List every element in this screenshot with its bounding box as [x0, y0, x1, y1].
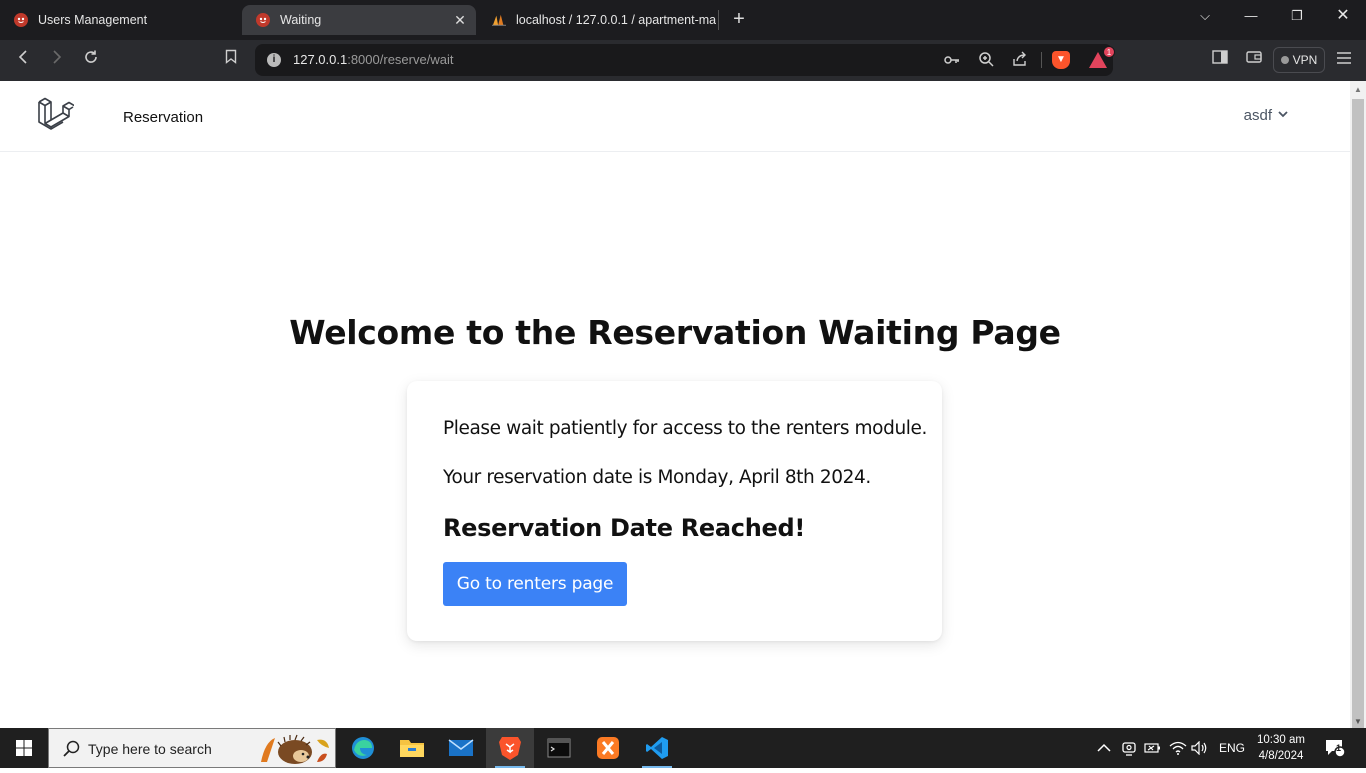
go-to-renters-button[interactable]: Go to renters page — [443, 562, 627, 606]
mail-icon[interactable] — [437, 728, 485, 768]
wait-message: Please wait patiently for access to the … — [443, 418, 927, 439]
wifi-icon[interactable] — [1169, 728, 1187, 768]
battery-charging-icon[interactable] — [1144, 728, 1162, 768]
scroll-down-arrow-icon[interactable]: ▼ — [1354, 717, 1362, 726]
brave-tab-favicon-icon — [256, 13, 270, 27]
taskbar-clock[interactable]: 10:30 am 4/8/2024 — [1250, 732, 1312, 764]
user-name: asdf — [1243, 107, 1272, 124]
brave-browser-icon[interactable] — [486, 728, 534, 768]
scroll-up-arrow-icon[interactable]: ▲ — [1354, 85, 1362, 94]
notification-center-icon[interactable]: 1 — [1324, 728, 1346, 768]
tab-label: localhost / 127.0.0.1 / apartment-ma — [516, 13, 716, 27]
password-key-icon[interactable] — [943, 51, 961, 69]
site-info-icon[interactable]: i — [267, 53, 281, 67]
vpn-label: VPN — [1292, 53, 1318, 67]
sidebar-toggle-icon[interactable] — [1208, 49, 1232, 71]
search-icon — [62, 739, 82, 759]
browser-tab-bar: Users Management Waiting ✕ localhost / 1… — [0, 0, 1366, 40]
reload-icon[interactable] — [79, 49, 103, 71]
taskbar-search-input[interactable]: Type here to search — [48, 728, 336, 768]
hedgehog-autumn-search-highlight-icon[interactable] — [257, 732, 331, 766]
page-viewport: Reservation asdf Welcome to the Reservat… — [0, 81, 1350, 728]
browser-toolbar: i 127.0.0.1:8000/reserve/wait ▼ 1 VPN — [0, 40, 1366, 81]
brave-tab-favicon-icon — [14, 13, 28, 27]
date-suffix: . — [865, 467, 871, 488]
url-host: 127.0.0.1 — [293, 52, 348, 67]
app-navbar: Reservation asdf — [0, 81, 1350, 152]
address-bar-url[interactable]: 127.0.0.1:8000/reserve/wait — [293, 52, 453, 67]
windows-taskbar: Type here to search ENG 10:30 am 4/8/202… — [0, 728, 1366, 768]
minimize-window-icon[interactable]: — — [1228, 5, 1274, 27]
tab-label: Users Management — [38, 13, 148, 27]
clock-time: 10:30 am — [1257, 734, 1305, 746]
address-bar-divider — [1041, 52, 1042, 68]
nav-link-reservation[interactable]: Reservation — [123, 109, 203, 126]
chevron-down-icon — [1278, 110, 1288, 121]
laravel-logo-icon[interactable] — [36, 96, 76, 136]
back-arrow-icon[interactable] — [11, 49, 35, 71]
search-placeholder: Type here to search — [88, 741, 212, 757]
file-explorer-icon[interactable] — [388, 728, 436, 768]
windows-start-icon[interactable] — [0, 728, 48, 768]
tab-users-management[interactable]: Users Management — [0, 5, 240, 35]
user-dropdown[interactable]: asdf — [1244, 107, 1288, 124]
tab-search-chevron-icon[interactable]: ⌵ — [1182, 5, 1228, 27]
brave-rewards-icon[interactable]: 1 — [1089, 46, 1115, 69]
page-title: Welcome to the Reservation Waiting Page — [289, 313, 1061, 352]
reservation-date: Monday, April 8th 2024 — [657, 467, 866, 488]
zoom-icon[interactable] — [977, 51, 995, 69]
page-scrollbar[interactable]: ▲ ▼ — [1350, 81, 1366, 731]
restore-window-icon[interactable]: ❐ — [1274, 5, 1320, 27]
tab-divider — [718, 10, 719, 30]
tab-phpmyadmin[interactable]: localhost / 127.0.0.1 / apartment-ma — [478, 5, 718, 35]
scrollbar-thumb[interactable] — [1352, 99, 1364, 731]
status-message: Reservation Date Reached! — [443, 514, 806, 542]
notification-count: 1 — [1336, 743, 1342, 753]
hamburger-menu-icon[interactable] — [1332, 49, 1356, 71]
vscode-icon[interactable] — [633, 728, 681, 768]
clock-date: 4/8/2024 — [1258, 750, 1304, 762]
vpn-status-dot-icon — [1280, 56, 1289, 64]
tab-waiting[interactable]: Waiting ✕ — [242, 5, 476, 35]
close-tab-icon[interactable]: ✕ — [452, 12, 468, 28]
url-path: :8000/reserve/wait — [347, 52, 454, 67]
brave-shields-icon[interactable]: ▼ — [1052, 51, 1070, 69]
phpmyadmin-sail-icon — [492, 13, 506, 27]
show-hidden-icons-chevron-icon[interactable] — [1097, 728, 1111, 768]
reservation-card: Please wait patiently for access to the … — [407, 381, 942, 641]
new-tab-plus-icon[interactable]: + — [728, 8, 750, 30]
close-window-icon[interactable]: ✕ — [1320, 5, 1366, 27]
volume-icon[interactable] — [1191, 728, 1209, 768]
wallet-icon[interactable] — [1242, 49, 1266, 71]
date-prefix: Your reservation date is — [443, 467, 652, 488]
rewards-badge: 1 — [1103, 46, 1115, 58]
share-icon[interactable] — [1011, 51, 1029, 69]
language-indicator[interactable]: ENG — [1219, 728, 1245, 768]
edge-browser-icon[interactable] — [339, 728, 387, 768]
vpn-button[interactable]: VPN — [1273, 47, 1325, 73]
tab-label: Waiting — [280, 13, 322, 27]
forward-arrow-icon[interactable] — [45, 49, 69, 71]
xampp-icon[interactable] — [584, 728, 632, 768]
webcam-icon[interactable] — [1121, 728, 1137, 768]
bookmark-icon[interactable] — [219, 49, 243, 71]
terminal-icon[interactable] — [535, 728, 583, 768]
address-bar[interactable]: i 127.0.0.1:8000/reserve/wait ▼ 1 — [255, 44, 1115, 76]
reservation-date-text: Your reservation date is Monday, April 8… — [443, 467, 871, 488]
